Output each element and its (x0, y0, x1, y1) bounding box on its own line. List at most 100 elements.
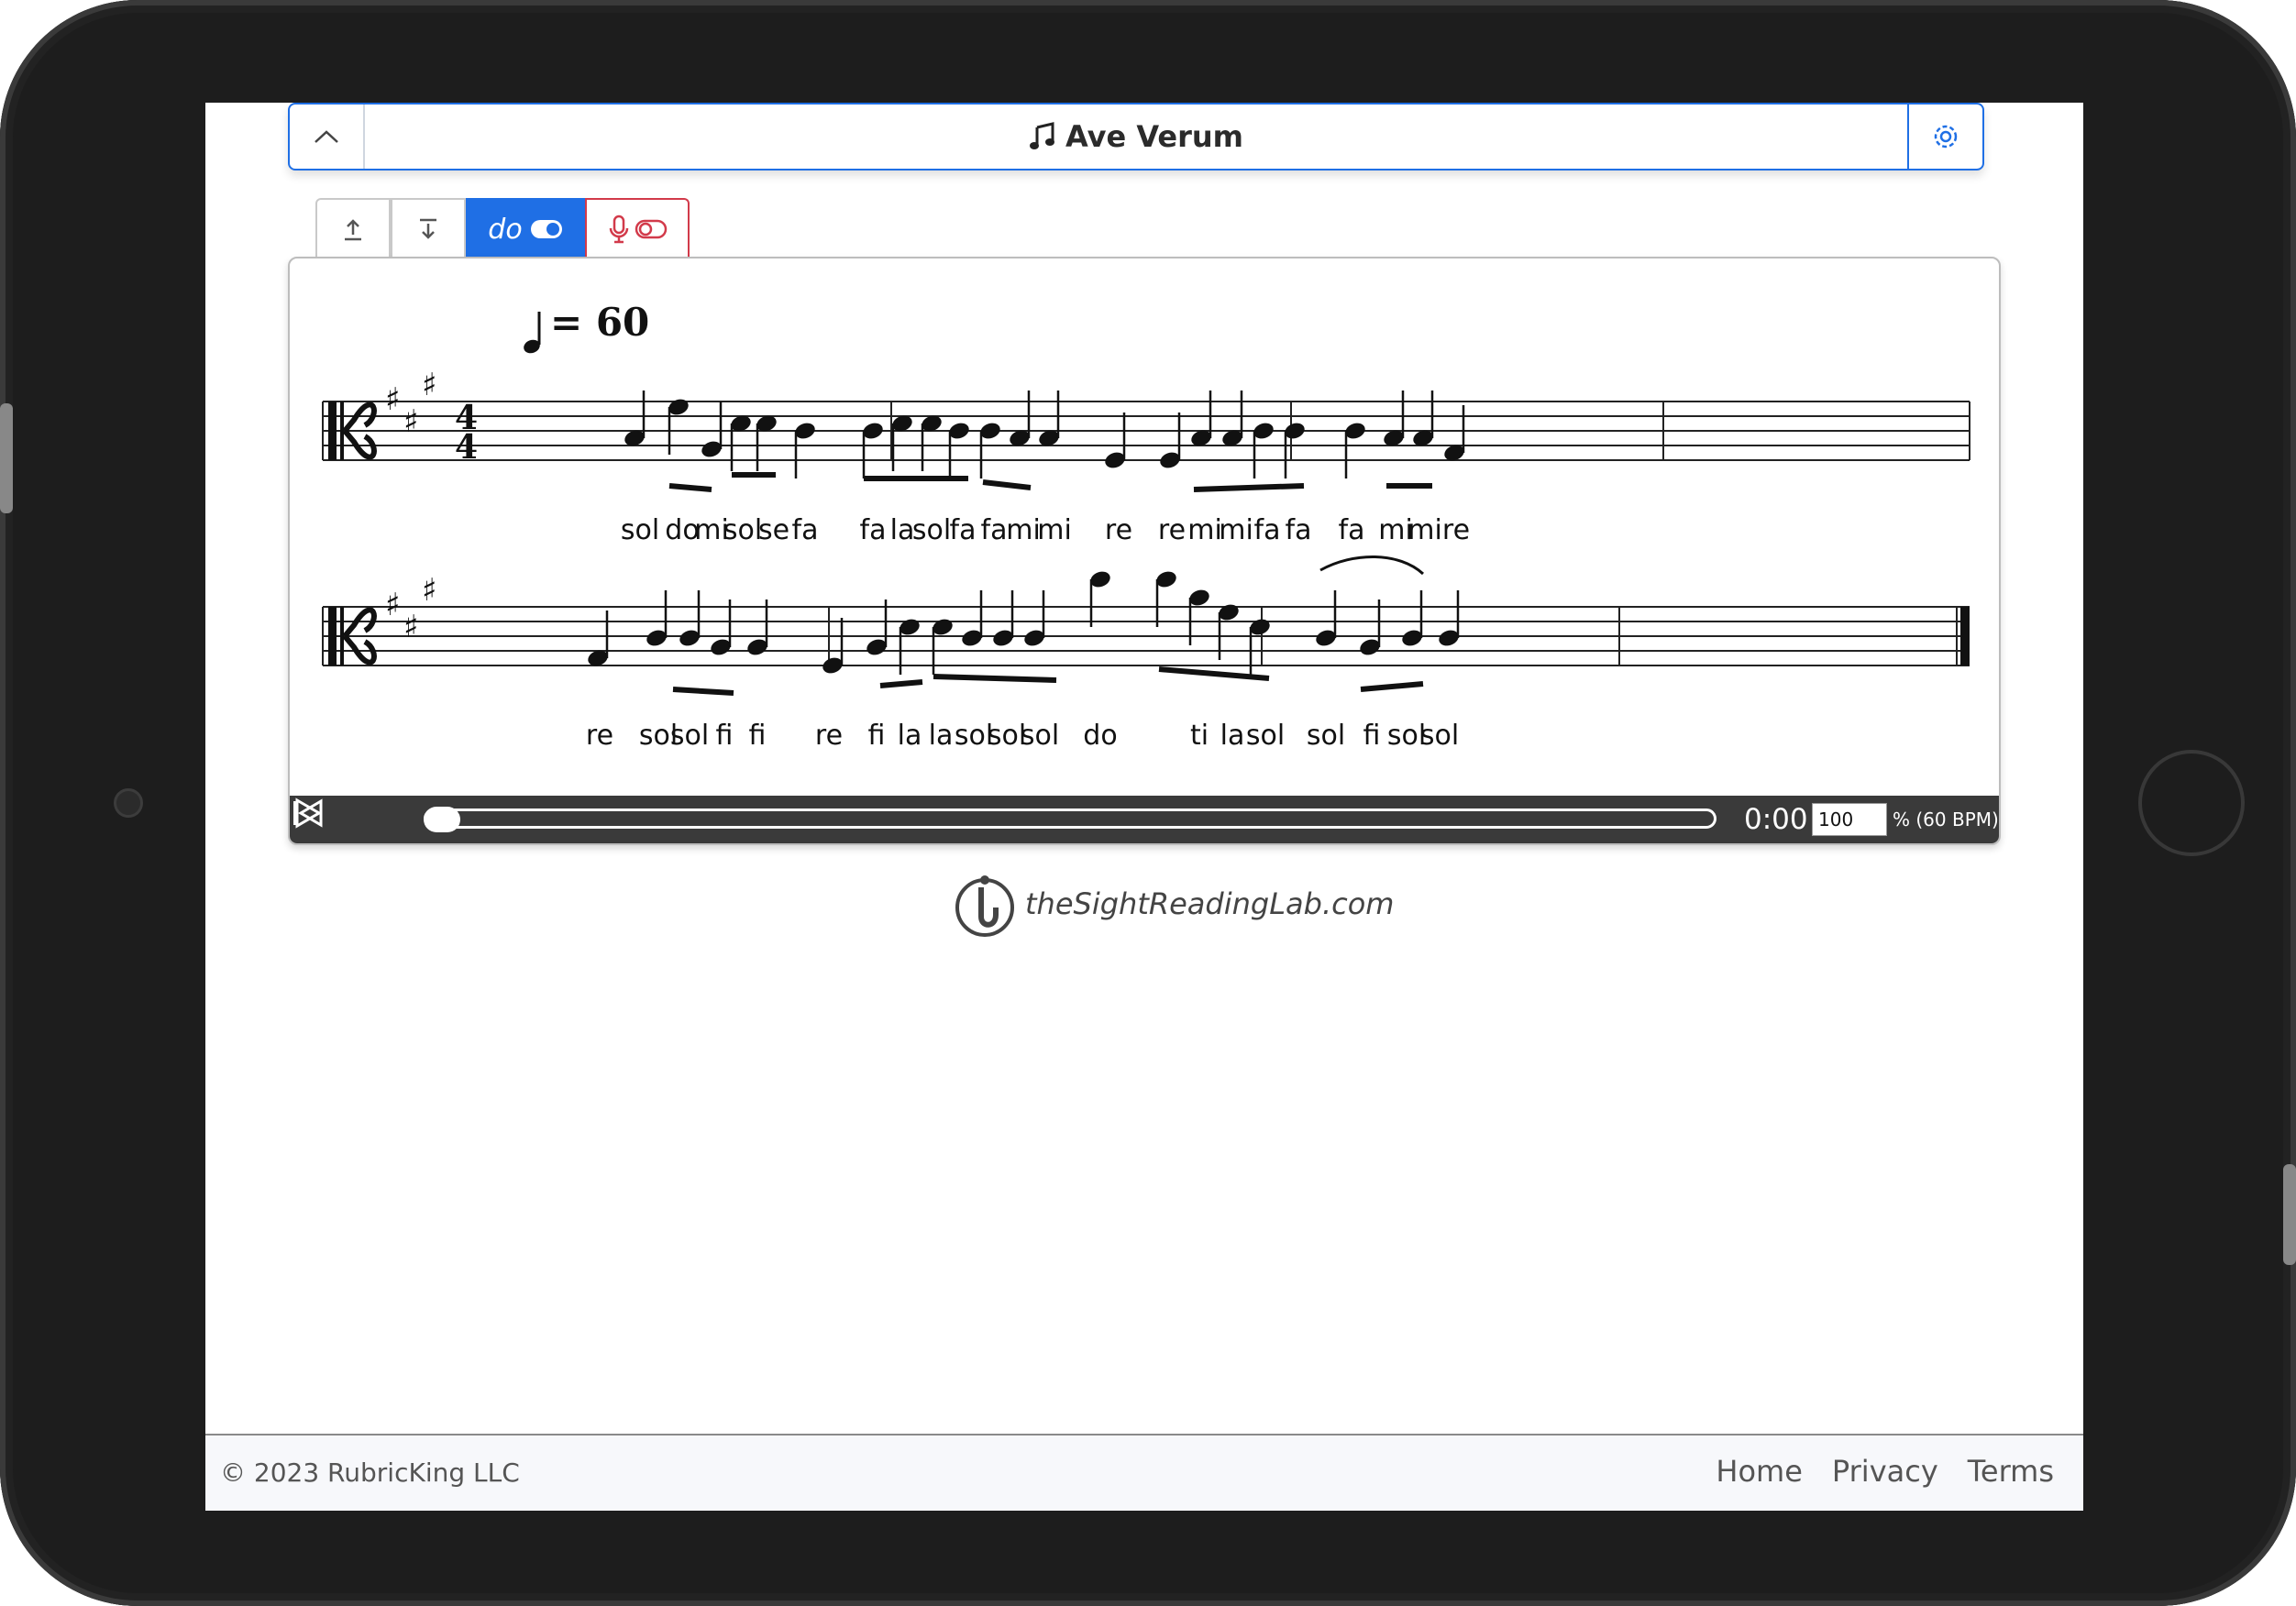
note-beam (1158, 666, 1270, 681)
solfege-syllable: fa (792, 514, 819, 546)
solfege-syllable: sol (1307, 720, 1345, 752)
svg-text:♯: ♯ (385, 381, 400, 418)
progress-track[interactable] (424, 808, 1716, 829)
play-icon[interactable] (290, 796, 325, 830)
svg-text:♯: ♯ (385, 587, 400, 623)
note-beam (672, 687, 734, 696)
solfege-syllable: la (898, 720, 922, 752)
solfege-syllable: sol (1420, 720, 1459, 752)
tie (1319, 556, 1425, 576)
app-screen: Ave Verum do = 60 ♯ ♯ ♯ 4 4 sol do mi so… (205, 103, 2083, 1511)
solfege-syllable: fa (860, 514, 887, 546)
solfege-syllable: mi (1219, 514, 1253, 546)
note-beam (668, 483, 712, 492)
page-title: Ave Verum (363, 104, 1909, 169)
solfege-syllable: mi (1187, 514, 1222, 546)
key-signature: ♯♯♯ (385, 572, 436, 645)
svg-text:♯: ♯ (422, 367, 436, 403)
solfege-syllable: re (815, 720, 843, 752)
note-beam (982, 479, 1032, 490)
note-beam (1360, 681, 1424, 692)
bpm-label: % (60 BPM) (1893, 808, 1999, 830)
tempo-text: = 60 (550, 300, 649, 345)
solfege-syllable: fi (1363, 720, 1381, 752)
footer-link-home[interactable]: Home (1716, 1454, 1803, 1489)
solfege-syllable: mi (1037, 514, 1072, 546)
solfege-toggle[interactable]: do (466, 198, 585, 258)
sheet-music-panel: = 60 ♯ ♯ ♯ 4 4 sol do mi sol se fa fa la… (288, 257, 2001, 845)
solfege-syllable: re (1105, 514, 1132, 546)
solfege-syllable: re (1442, 514, 1470, 546)
solfege-syllable: fa (1254, 514, 1281, 546)
playback-time: 0:00 (1744, 803, 1808, 836)
solfege-syllable: fa (1286, 514, 1312, 546)
solfege-syllable: fa (1339, 514, 1365, 546)
microphone-toggle[interactable] (585, 198, 690, 258)
solfege-syllable: do (1083, 720, 1117, 752)
note-beam (1193, 483, 1305, 492)
lyrics-line-1: sol domisolse fa fa lasolfa famimi re re mimi fa f… (621, 514, 1470, 546)
upload-button[interactable] (315, 198, 391, 258)
solfege-syllable: la (890, 514, 915, 546)
solfege-syllable: se (758, 514, 789, 546)
footer: © 2023 RubricKing LLC Home Privacy Terms (205, 1434, 2083, 1511)
tempo-marking: = 60 (524, 300, 649, 354)
solfege-syllable: fi (716, 720, 734, 752)
svg-text:♯: ♯ (403, 609, 418, 645)
gear-icon (1934, 125, 1958, 148)
download-button[interactable] (391, 198, 466, 258)
footer-link-privacy[interactable]: Privacy (1832, 1454, 1938, 1489)
solfege-syllable: mi (1407, 514, 1442, 546)
svg-text:♯: ♯ (422, 572, 436, 609)
svg-text:4: 4 (455, 428, 478, 467)
solfege-syllable: fa (981, 514, 1008, 546)
solfege-syllable: sol (670, 720, 709, 752)
staff-line-2 (323, 606, 1970, 666)
svg-text:♯: ♯ (403, 403, 418, 440)
solfege-syllable: sol (912, 514, 951, 546)
solfege-syllable: fa (950, 514, 977, 546)
note-beam (933, 674, 1057, 683)
solfege-syllable: la (1220, 720, 1245, 752)
arrow-down-to-bar-icon (420, 218, 436, 239)
solfege-syllable: sol (621, 514, 659, 546)
footer-link-terms[interactable]: Terms (1968, 1454, 2054, 1489)
toggle-off-icon (635, 219, 668, 239)
footer-links: Home Privacy Terms (1716, 1454, 2054, 1489)
note-beam (879, 679, 923, 688)
staff-line-1 (323, 401, 1970, 461)
solfege-syllable: sol (723, 514, 762, 546)
time-signature: 4 4 (455, 399, 478, 467)
side-button (0, 403, 13, 513)
home-button[interactable] (2138, 750, 2245, 856)
toggle-on-icon (530, 220, 562, 238)
solfege-toggle-label: do (488, 213, 523, 246)
solfege-syllable: sol (1021, 720, 1059, 752)
title-bar: Ave Verum (288, 103, 1984, 170)
audio-player: 0:00 % (60 BPM) (290, 796, 1999, 843)
chevron-up-icon (315, 130, 338, 143)
site-logo[interactable]: theSightReadingLab.com (954, 871, 1394, 937)
settings-button[interactable] (1907, 104, 1982, 169)
camera-icon (114, 788, 143, 818)
solfege-syllable: re (1158, 514, 1186, 546)
copyright-text: © 2023 RubricKing LLC (220, 1458, 520, 1488)
speed-input[interactable] (1812, 803, 1887, 836)
logo-text: theSightReadingLab.com (1025, 886, 1395, 921)
solfege-syllable: ti (1190, 720, 1209, 752)
side-button (2283, 1164, 2296, 1265)
solfege-syllable: fi (868, 720, 886, 752)
saxophone-logo-icon (955, 875, 1014, 937)
solfege-syllable: fi (749, 720, 767, 752)
solfege-syllable: sol (1246, 720, 1285, 752)
lyrics-line-2: re solsol fi fi re fi la la solsolsol do ti la sol so… (586, 720, 1459, 752)
progress-thumb[interactable] (424, 807, 460, 832)
title-text: Ave Verum (1065, 119, 1243, 154)
sheet-music: = 60 ♯♯♯ 4 4 sol domisolse fa fa lasolfa… (322, 300, 1970, 752)
solfege-syllable: re (586, 720, 613, 752)
collapse-button[interactable] (290, 104, 365, 169)
tablet-frame: Ave Verum do = 60 ♯ ♯ ♯ 4 4 sol do mi so… (0, 0, 2296, 1606)
music-note-icon (1030, 122, 1055, 149)
score-toolbar: do (315, 198, 690, 258)
key-signature: ♯♯♯ (385, 367, 436, 440)
